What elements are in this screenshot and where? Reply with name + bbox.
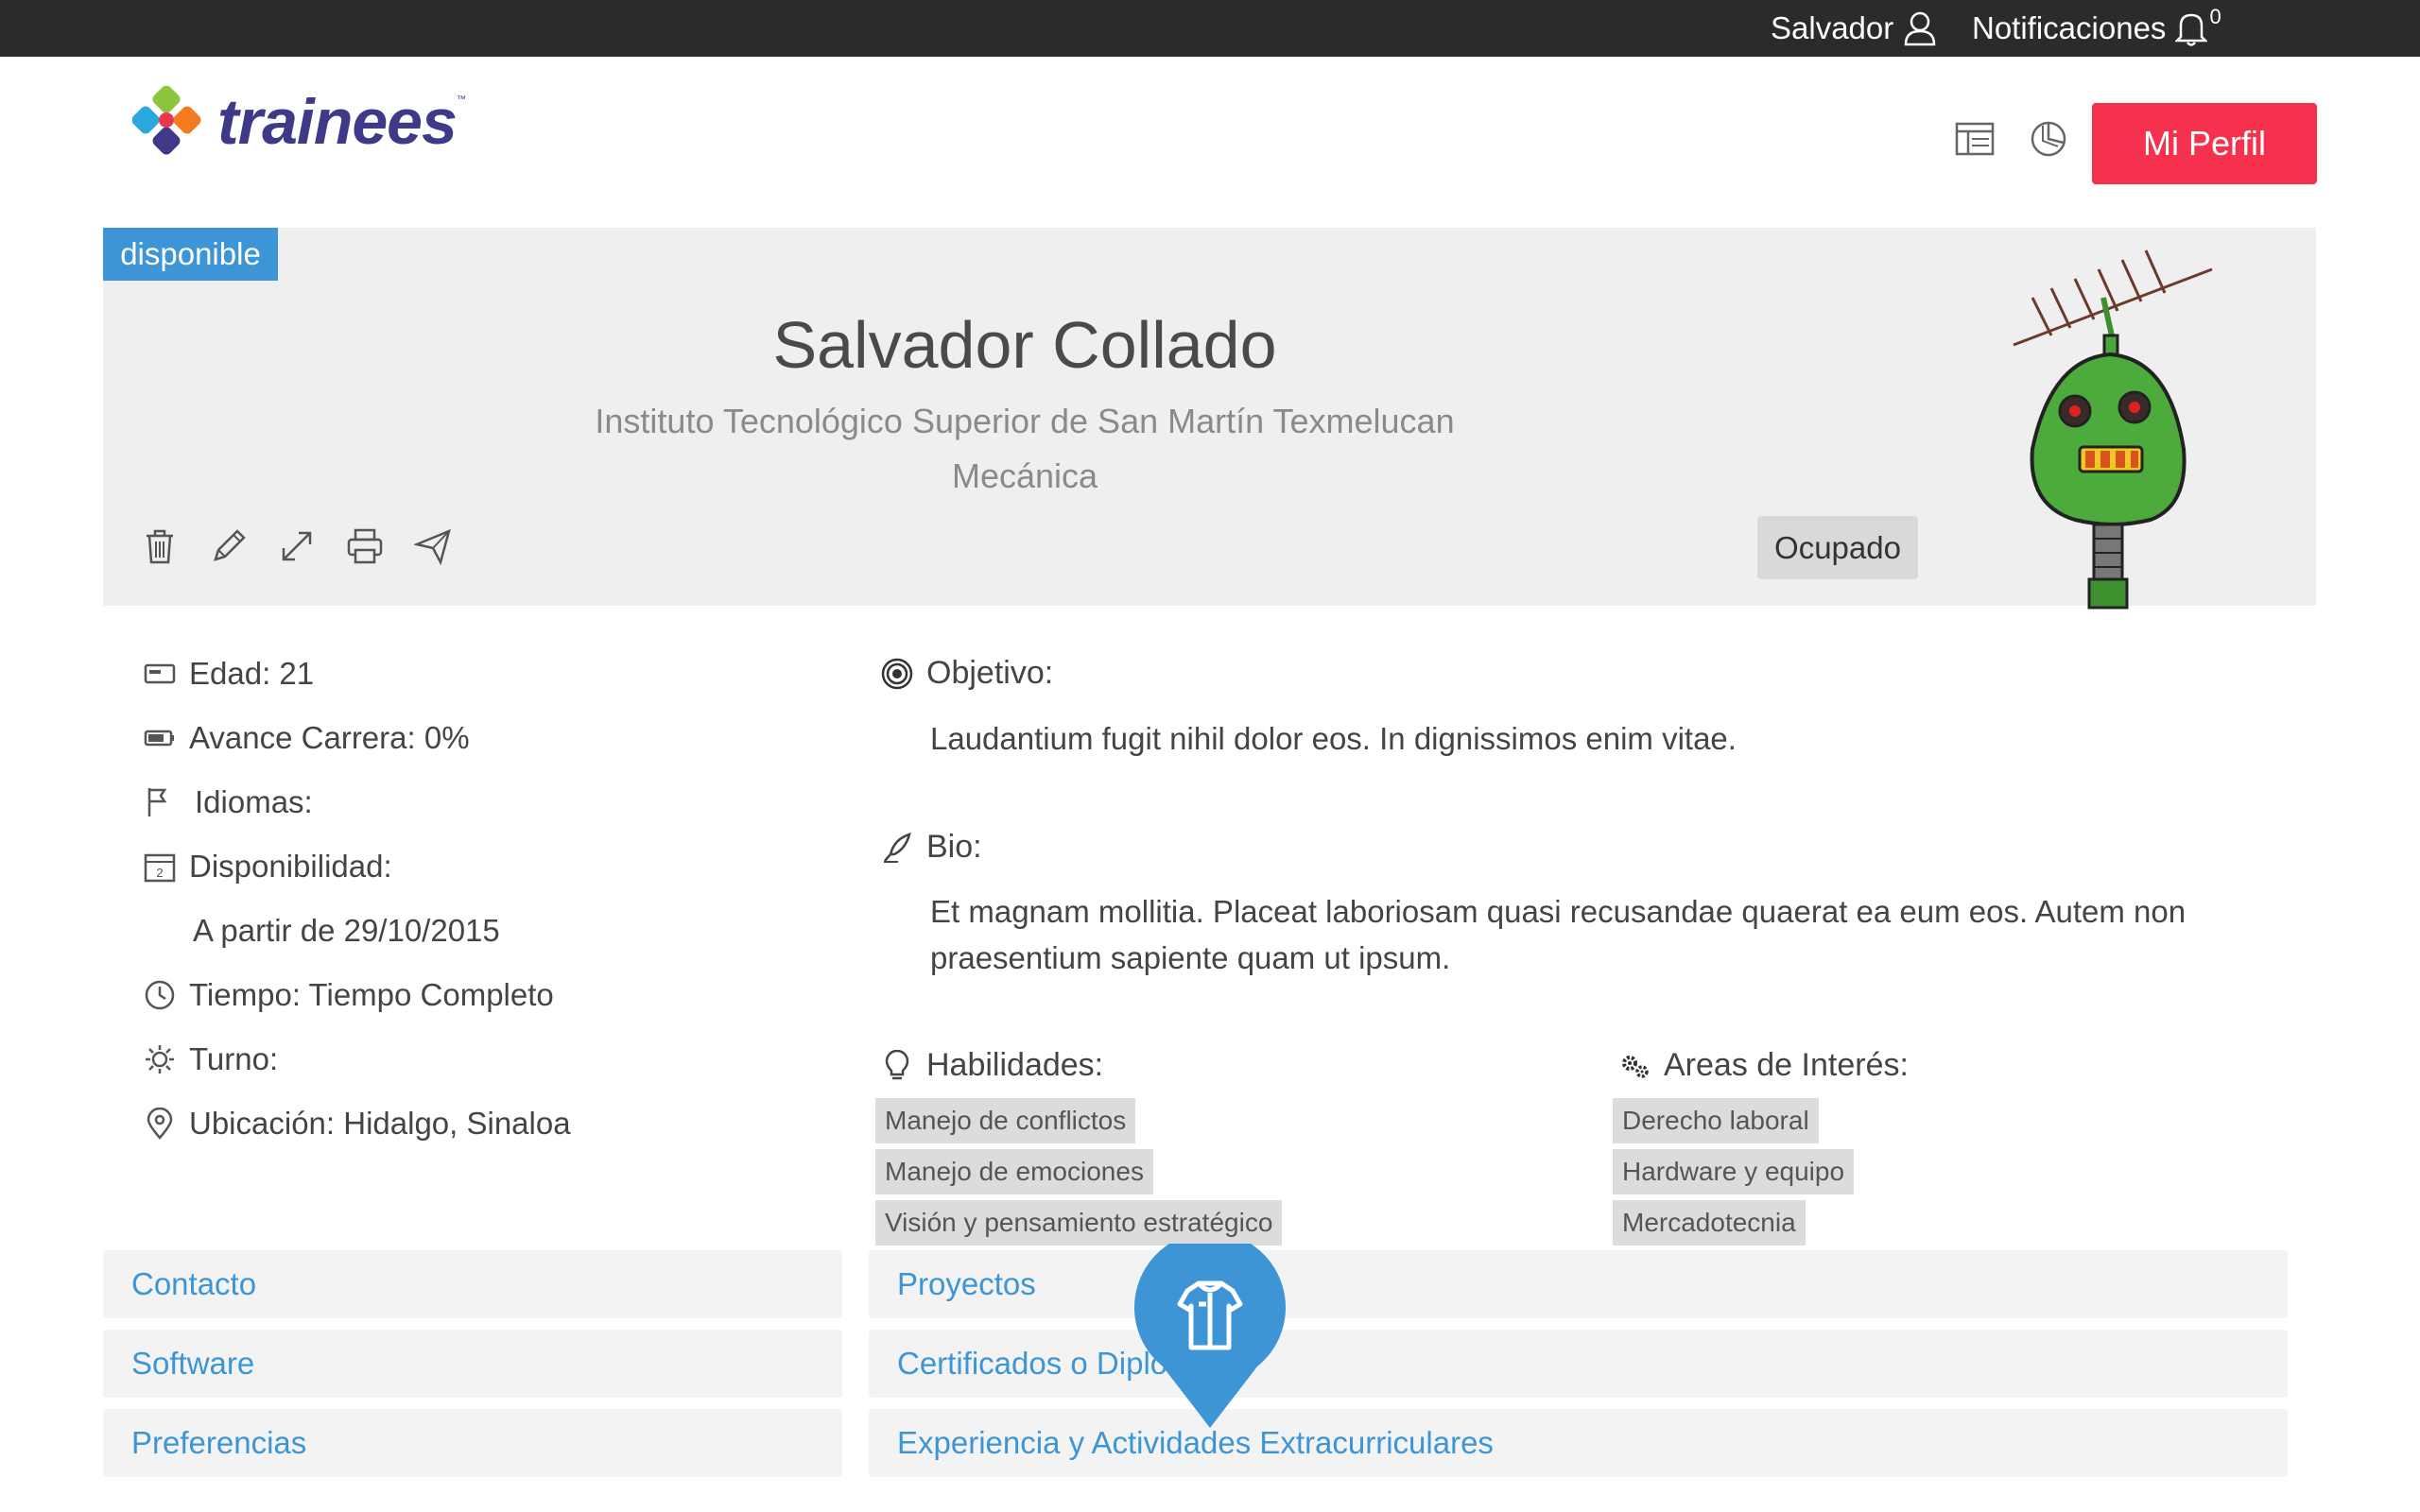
- layout-icon: [1955, 122, 1995, 156]
- sun-icon: [146, 1045, 174, 1074]
- bio-title: Bio:: [881, 829, 982, 866]
- time-text: Tiempo: Tiempo Completo: [189, 977, 554, 1012]
- location-text: Ubicación: Hidalgo, Sinaloa: [189, 1106, 571, 1141]
- layout-view-button[interactable]: [1953, 117, 1996, 161]
- interests-title: Areas de Interés:: [1618, 1047, 1909, 1084]
- pencil-icon: [214, 529, 246, 561]
- skill-chip: Visión y pensamiento estratégico: [875, 1200, 1283, 1246]
- info-languages: Idiomas:: [144, 784, 313, 820]
- expand-icon: [282, 531, 312, 561]
- info-availability: 2 Disponibilidad:: [144, 849, 392, 885]
- profile-career: Mecánica: [951, 456, 1098, 495]
- notifications-count: 0: [2209, 5, 2221, 28]
- skill-chip: Manejo de conflictos: [875, 1098, 1136, 1143]
- svg-text:2: 2: [156, 866, 163, 880]
- notifications-label: Notificaciones: [1972, 10, 2167, 45]
- id-card-icon: [144, 663, 176, 684]
- target-icon: [881, 658, 913, 689]
- accordion-experiencia[interactable]: Experiencia y Actividades Extracurricula…: [869, 1409, 2288, 1477]
- robot-avatar: [2013, 249, 2213, 610]
- info-shift: Turno:: [144, 1041, 278, 1077]
- send-icon: [412, 528, 451, 566]
- user-name: Salvador: [1771, 10, 1894, 45]
- trash-icon: [147, 529, 173, 564]
- my-profile-button[interactable]: Mi Perfil: [2092, 103, 2317, 184]
- availability-text: Disponibilidad:: [189, 849, 392, 884]
- print-icon: [347, 528, 383, 564]
- logo-mark-icon: [132, 86, 201, 155]
- logo-text: trainees: [217, 86, 458, 158]
- delete-button[interactable]: [142, 527, 178, 565]
- edit-button[interactable]: [210, 527, 246, 565]
- send-button[interactable]: [412, 527, 451, 566]
- calendar-icon: 2: [144, 853, 176, 883]
- user-icon: [1904, 11, 1936, 46]
- skills-title: Habilidades:: [881, 1047, 1103, 1084]
- languages-text: Idiomas:: [195, 784, 313, 819]
- quill-icon: [884, 832, 911, 863]
- info-age: Edad: 21: [144, 656, 314, 692]
- logo-trademark: ™: [456, 94, 466, 105]
- interest-chip: Mercadotecnia: [1613, 1200, 1806, 1246]
- accordion-software[interactable]: Software: [103, 1330, 842, 1398]
- availability-date-text: A partir de 29/10/2015: [193, 913, 500, 948]
- bell-icon: [2175, 13, 2208, 46]
- expand-button[interactable]: [278, 527, 314, 565]
- objective-text: Laudantium fugit nihil dolor eos. In dig…: [930, 721, 1737, 756]
- status-badge: disponible: [103, 228, 278, 281]
- shirt-marker-button[interactable]: [1134, 1244, 1286, 1433]
- bio-text-line-2: praesentium sapiente quam ut ipsum.: [930, 940, 1451, 975]
- card-actions: [142, 527, 451, 566]
- stats-button[interactable]: [2027, 117, 2070, 161]
- skill-chip: Manejo de emociones: [875, 1149, 1153, 1194]
- shift-text: Turno:: [189, 1041, 279, 1076]
- lightbulb-icon: [885, 1049, 909, 1079]
- objective-title: Objetivo:: [881, 655, 1053, 692]
- profile-school: Instituto Tecnológico Superior de San Ma…: [595, 402, 1455, 440]
- age-text: Edad: 21: [189, 656, 315, 691]
- busy-button[interactable]: Ocupado: [1757, 516, 1918, 579]
- info-time: Tiempo: Tiempo Completo: [144, 977, 554, 1013]
- location-pin-icon: [147, 1108, 173, 1140]
- chart-icon: [2031, 121, 2066, 157]
- info-location: Ubicación: Hidalgo, Sinaloa: [144, 1106, 571, 1142]
- gears-icon: [1622, 1055, 1649, 1078]
- bio-text-line-1: Et magnam mollitia. Placeat laboriosam q…: [930, 894, 2187, 929]
- interest-chip: Hardware y equipo: [1613, 1149, 1855, 1194]
- print-button[interactable]: [346, 527, 383, 565]
- accordion-contacto[interactable]: Contacto: [103, 1250, 842, 1318]
- notifications-menu[interactable]: Notificaciones 0: [1972, 0, 2221, 57]
- career-progress-text: Avance Carrera: 0%: [189, 720, 470, 755]
- info-career-progress: Avance Carrera: 0%: [144, 720, 470, 756]
- user-menu[interactable]: Salvador: [1771, 0, 1937, 57]
- trainees-logo[interactable]: trainees ™: [132, 85, 466, 159]
- skills-title-text: Habilidades:: [926, 1047, 1104, 1083]
- shirt-icon: [1177, 1280, 1243, 1350]
- objective-title-text: Objetivo:: [926, 655, 1054, 691]
- flag-icon: [147, 788, 167, 816]
- profile-name: Salvador Collado: [772, 308, 1277, 382]
- bio-title-text: Bio:: [926, 829, 982, 865]
- accordion-certificados[interactable]: Certificados o Diplomas: [869, 1330, 2288, 1398]
- accordion-proyectos[interactable]: Proyectos: [869, 1250, 2288, 1318]
- battery-icon: [144, 730, 174, 747]
- interest-chip: Derecho laboral: [1613, 1098, 1819, 1143]
- info-availability-date: A partir de 29/10/2015: [193, 913, 500, 949]
- clock-icon: [145, 980, 175, 1010]
- interests-title-text: Areas de Interés:: [1664, 1047, 1909, 1083]
- accordion-preferencias[interactable]: Preferencias: [103, 1409, 842, 1477]
